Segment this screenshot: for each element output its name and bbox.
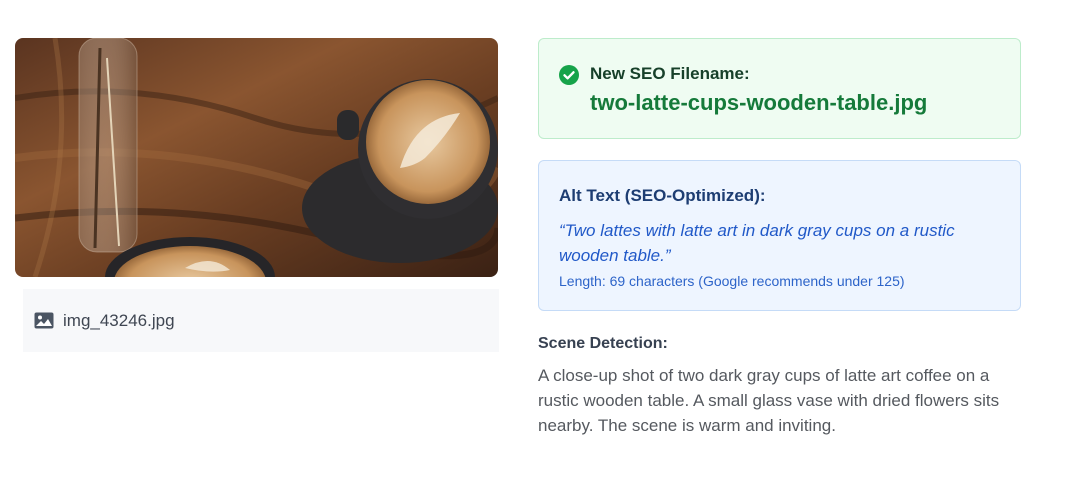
alt-text-value[interactable]: “Two lattes with latte art in dark gray …: [559, 218, 999, 268]
latte-photo: [15, 38, 498, 277]
scene-detection-text: A close-up shot of two dark gray cups of…: [538, 366, 1000, 435]
alt-text-length: Length: 69 characters (Google recommends…: [559, 273, 905, 289]
original-filename: img_43246.jpg: [63, 310, 175, 330]
file-caption: img_43246.jpg: [23, 289, 499, 352]
seo-filename-value[interactable]: two-latte-cups-wooden-table.jpg: [590, 90, 927, 116]
alt-text-panel: Alt Text (SEO-Optimized): “Two lattes wi…: [538, 160, 1021, 311]
seo-filename-panel: New SEO Filename: two-latte-cups-wooden-…: [538, 38, 1021, 139]
image-icon: [34, 312, 54, 329]
alt-text-label: Alt Text (SEO-Optimized):: [559, 186, 766, 205]
check-circle-icon: [559, 65, 579, 85]
scene-detection-label: Scene Detection:: [538, 335, 668, 352]
seo-filename-label: New SEO Filename:: [590, 64, 750, 83]
image-preview: [15, 38, 498, 277]
